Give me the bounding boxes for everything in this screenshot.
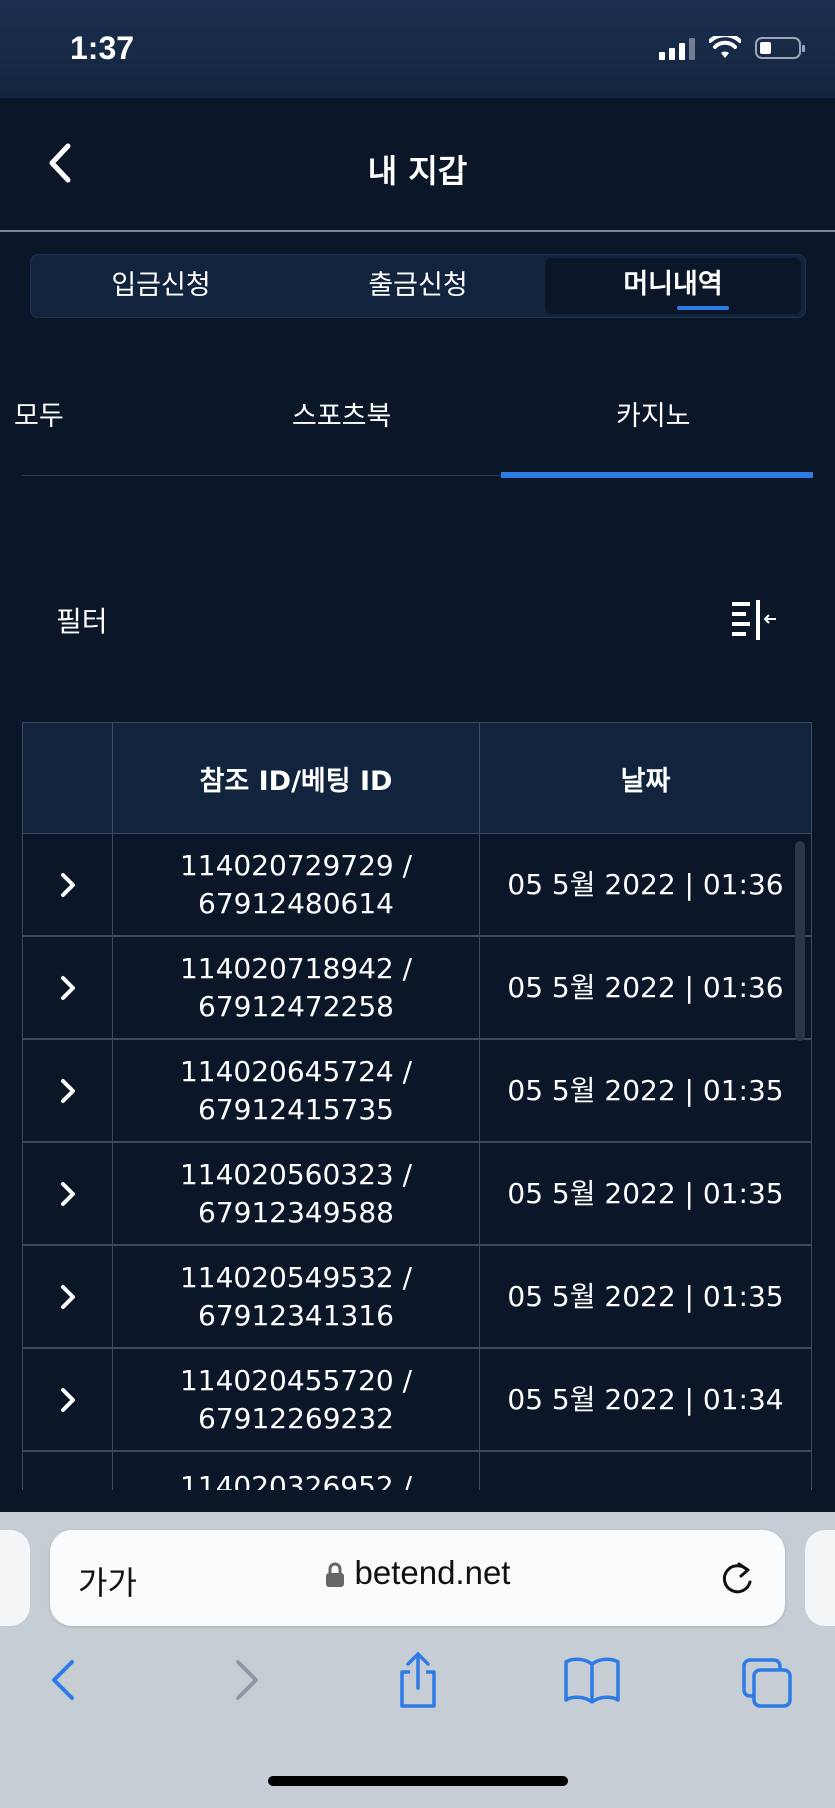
reference-cell: 114020455720 / 67912269232	[113, 1349, 480, 1450]
history-table: 참조 ID/베팅 ID 날짜 114020729729 / 67912480614…	[22, 722, 812, 1490]
bookmarks-button[interactable]	[562, 1650, 622, 1710]
tab-casino[interactable]: 카지노	[616, 394, 691, 433]
tabs-icon	[742, 1658, 792, 1708]
address-bar[interactable]: 가가 betend.net	[50, 1530, 785, 1626]
reference-id: 114020729729 /	[179, 848, 413, 882]
browser-back-button[interactable]	[36, 1650, 96, 1710]
chevron-right-icon	[60, 1387, 75, 1412]
wifi-icon	[709, 36, 741, 58]
reference-cell: 114020549532 / 67912341316	[113, 1246, 480, 1347]
date-cell: 05 5월 2022 | 01:36	[507, 970, 784, 1004]
table-scrollbar[interactable]	[795, 841, 805, 1041]
reload-icon[interactable]	[717, 1556, 757, 1600]
expand-row-button[interactable]	[23, 834, 113, 935]
reference-id: 114020326952 /	[179, 1470, 413, 1490]
expand-row-button[interactable]	[23, 1143, 113, 1244]
bet-id: 67912341316	[198, 1298, 394, 1332]
reference-id: 114020560323 /	[179, 1157, 413, 1191]
expand-row-button[interactable]	[23, 1040, 113, 1141]
reference-cell: 114020718942 / 67912472258	[113, 937, 480, 1038]
reference-cell: 114020645724 / 67912415735	[113, 1040, 480, 1141]
reference-id: 114020718942 /	[179, 951, 413, 985]
chevron-right-icon	[236, 1660, 258, 1700]
url-display: betend.net	[50, 1554, 785, 1592]
segment-deposit-request[interactable]: 입금신청	[31, 255, 291, 319]
date-cell: 05 5월 2022 | 01:35	[507, 1073, 784, 1107]
date-cell: 05 5월 2022 | 01:34	[507, 1382, 784, 1416]
table-header: 참조 ID/베팅 ID 날짜	[23, 723, 811, 834]
date-cell: 05 5월 2022 | 01:36	[507, 867, 784, 901]
tab-active-indicator	[501, 472, 813, 478]
table-row: 114020549532 / 67912341316 05 5월 2022 | 0…	[23, 1246, 811, 1349]
bet-id: 67912472258	[198, 989, 394, 1023]
segment-active-indicator	[677, 306, 729, 310]
category-tabs: 모두 스포츠북 카지노	[14, 370, 813, 478]
table-row: 114020455720 / 67912269232 05 5월 2022 | 0…	[23, 1349, 811, 1452]
chevron-right-icon	[60, 1284, 75, 1309]
date-cell: 05 5월 2022 | 01:35	[507, 1176, 784, 1210]
tab-all[interactable]: 모두	[14, 394, 64, 433]
header-reference-id: 참조 ID/베팅 ID	[113, 723, 480, 833]
tab-sportsbook[interactable]: 스포츠북	[292, 394, 391, 433]
share-icon	[400, 1652, 436, 1708]
segment-money-history-label: 머니내역	[623, 269, 723, 300]
url-domain: betend.net	[354, 1554, 511, 1591]
bet-id: 67912269232	[198, 1401, 394, 1435]
battery-icon	[755, 37, 805, 59]
next-tab-preview[interactable]	[805, 1530, 835, 1626]
previous-tab-preview[interactable]	[0, 1530, 30, 1626]
filter-collapse-icon[interactable]	[732, 600, 778, 640]
date-cell: 05 5월 2022 | 01:35	[507, 1279, 784, 1313]
bet-id: 67912415735	[198, 1092, 394, 1126]
chevron-right-icon	[60, 975, 75, 1000]
chevron-right-icon	[60, 1078, 75, 1103]
table-row: 114020718942 / 67912472258 05 5월 2022 | 0…	[23, 937, 811, 1040]
status-bar: 1:37	[0, 0, 835, 98]
browser-nav	[0, 1650, 835, 1720]
expand-row-button[interactable]	[23, 1246, 113, 1347]
reference-id: 114020549532 /	[179, 1260, 413, 1294]
table-row: 114020560323 / 67912349588 05 5월 2022 | 0…	[23, 1143, 811, 1246]
table-row: 114020326952 /	[23, 1452, 811, 1490]
home-indicator	[268, 1776, 568, 1786]
reference-cell: 114020729729 / 67912480614	[113, 834, 480, 935]
tabs-button[interactable]	[738, 1650, 798, 1710]
wallet-segment-control: 입금신청 출금신청 머니내역	[30, 254, 806, 318]
date-cell	[480, 1452, 811, 1490]
expand-row-button[interactable]	[23, 1452, 113, 1490]
lock-icon	[325, 1562, 344, 1588]
page-title: 내 지갑	[367, 152, 468, 190]
reference-cell: 114020326952 /	[113, 1452, 480, 1490]
app-header: 내 지갑	[0, 98, 835, 232]
header-expand	[23, 723, 113, 833]
reference-id: 114020455720 /	[179, 1363, 413, 1397]
chevron-left-icon	[52, 1660, 74, 1700]
reference-cell: 114020560323 / 67912349588	[113, 1143, 480, 1244]
header-date: 날짜	[620, 765, 671, 797]
table-row: 114020729729 / 67912480614 05 5월 2022 | 0…	[23, 834, 811, 937]
cellular-signal-icon	[659, 36, 695, 60]
table-row: 114020645724 / 67912415735 05 5월 2022 | 0…	[23, 1040, 811, 1143]
bet-id: 67912480614	[198, 886, 394, 920]
bet-id: 67912349588	[198, 1195, 394, 1229]
segment-money-history[interactable]: 머니내역	[545, 258, 801, 314]
reference-id: 114020645724 /	[179, 1054, 413, 1088]
chevron-right-icon	[60, 872, 75, 897]
browser-forward-button[interactable]	[214, 1650, 274, 1710]
filter-label: 필터	[56, 605, 108, 638]
segment-withdraw-request[interactable]: 출금신청	[291, 255, 545, 319]
expand-row-button[interactable]	[23, 1349, 113, 1450]
chevron-right-icon	[60, 1181, 75, 1206]
expand-row-button[interactable]	[23, 937, 113, 1038]
status-icons	[659, 36, 805, 60]
share-button[interactable]	[388, 1650, 448, 1710]
book-icon	[564, 1657, 620, 1704]
status-time: 1:37	[70, 30, 135, 66]
